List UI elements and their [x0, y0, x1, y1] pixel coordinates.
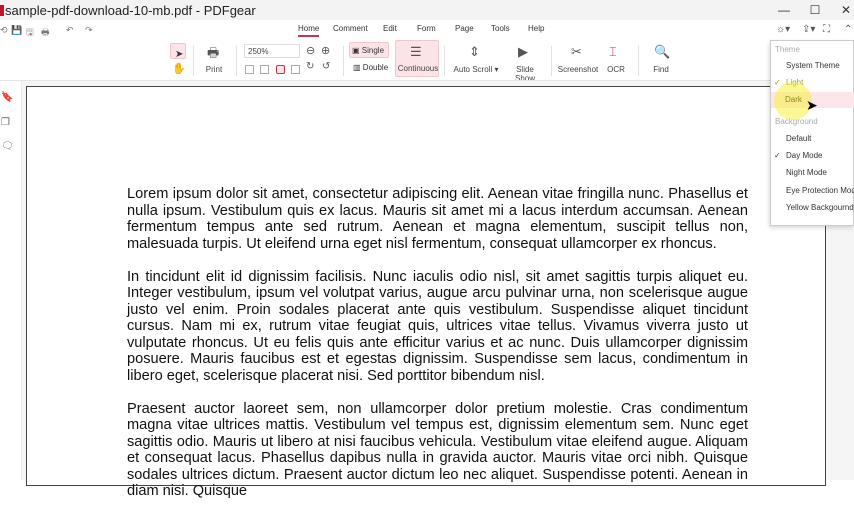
print-quick-icon[interactable]: 🖶	[41, 25, 50, 41]
fit-width-icon[interactable]	[276, 65, 285, 74]
continuous-button[interactable]: ☰ Continuous	[395, 40, 439, 77]
check-icon: ✓	[774, 78, 781, 87]
save-as-icon[interactable]: 🖫	[26, 25, 34, 41]
theme-sun-icon[interactable]: ☼▾	[776, 24, 790, 35]
double-page-button[interactable]: ▥ Double	[353, 63, 388, 72]
ocr-button[interactable]: OCR	[604, 65, 628, 74]
title-bar: sample-pdf-download-10-mb.pdf - PDFgear …	[0, 0, 854, 20]
continuous-icon: ☰	[410, 44, 422, 59]
rotate-cw-icon[interactable]: ↻	[306, 61, 314, 72]
auto-scroll-button[interactable]: Auto Scroll ▾	[452, 65, 500, 74]
zoom-select[interactable]: 250%	[244, 44, 300, 58]
single-page-icon: ▣	[352, 46, 360, 55]
print-button[interactable]: Print	[200, 65, 228, 74]
double-page-icon: ▥	[353, 63, 361, 72]
window-title: sample-pdf-download-10-mb.pdf - PDFgear	[5, 3, 256, 18]
page-content: Lorem ipsum dolor sit amet, consectetur …	[127, 186, 748, 516]
zoom-in-icon[interactable]: ⊕	[321, 44, 330, 57]
mouse-pointer-icon: ➤	[806, 97, 818, 113]
thumbnails-icon[interactable]: ❐	[1, 117, 10, 128]
select-tool[interactable]: ➤	[170, 43, 186, 60]
find-icon: 🔍	[654, 44, 671, 59]
save-icon[interactable]: 💾	[11, 25, 22, 36]
paragraph: Lorem ipsum dolor sit amet, consectetur …	[127, 186, 748, 252]
scissors-icon: ✂	[571, 44, 582, 59]
menu-item-eye-protection[interactable]: Eye Protection Mode	[771, 183, 854, 199]
rotate-ccw-icon[interactable]: ↺	[322, 61, 330, 72]
tab-comment[interactable]: Comment	[333, 24, 368, 33]
paragraph: Praesent auctor laoreet sem, non ullamco…	[127, 400, 748, 500]
slide-show-icon: ▶	[518, 44, 528, 59]
menu-item-light[interactable]: ✓ Light	[771, 75, 854, 91]
fullscreen-icon[interactable]: ⛶	[823, 24, 830, 35]
menu-item-system-theme[interactable]: System Theme	[771, 58, 854, 74]
menu-item-day-mode[interactable]: ✓ Day Mode	[771, 148, 854, 164]
bookmark-icon[interactable]: 🔖	[1, 92, 13, 103]
tab-form[interactable]: Form	[417, 24, 436, 33]
maximize-button[interactable]: ☐	[805, 3, 825, 17]
screenshot-button[interactable]: Screenshot	[557, 65, 599, 74]
check-icon: ✓	[774, 151, 781, 160]
single-page-button[interactable]: ▣ Single	[349, 42, 389, 58]
theme-dropdown: Theme System Theme ✓ Light Background Def…	[770, 40, 854, 226]
tab-edit[interactable]: Edit	[383, 24, 397, 33]
ocr-icon: ⌶	[609, 44, 617, 59]
actual-size-icon[interactable]	[245, 65, 254, 74]
minimize-button[interactable]: —	[774, 3, 794, 17]
hand-tool-icon[interactable]: ✋	[172, 62, 186, 75]
zoom-out-icon[interactable]: ⊖	[306, 44, 315, 57]
comments-icon[interactable]: 🗨	[1, 141, 14, 152]
undo-icon[interactable]: ↶	[66, 25, 74, 36]
tab-page[interactable]: Page	[455, 24, 474, 33]
printer-icon[interactable]: 🖶	[207, 44, 219, 66]
tab-help[interactable]: Help	[528, 24, 544, 33]
cursor-arrow-icon: ➤	[175, 49, 184, 60]
theme-header: Theme	[775, 45, 800, 54]
fit-height-icon[interactable]	[291, 65, 300, 74]
menu-item-yellow-background[interactable]: Yellow Backgournd	[771, 200, 854, 216]
paragraph: In tincidunt elit id dignissim facilisis…	[127, 268, 748, 384]
redo-icon[interactable]: ↷	[85, 25, 93, 36]
open-icon[interactable]: ⟲	[0, 25, 8, 36]
background-header: Background	[775, 117, 818, 126]
tab-home[interactable]: Home	[298, 24, 320, 37]
fit-page-icon[interactable]	[260, 65, 269, 74]
share-icon[interactable]: ⇪▾	[802, 24, 815, 35]
close-button[interactable]: ✕	[836, 3, 854, 17]
pdf-app-icon	[0, 5, 4, 16]
menu-item-default[interactable]: Default	[771, 131, 854, 147]
tab-tools[interactable]: Tools	[491, 24, 510, 33]
find-button[interactable]: Find	[648, 65, 674, 74]
menu-item-night-mode[interactable]: Night Mode	[771, 165, 854, 181]
auto-scroll-icon: ⇕	[469, 44, 480, 59]
collapse-ribbon-icon[interactable]: ⌃	[844, 24, 852, 35]
